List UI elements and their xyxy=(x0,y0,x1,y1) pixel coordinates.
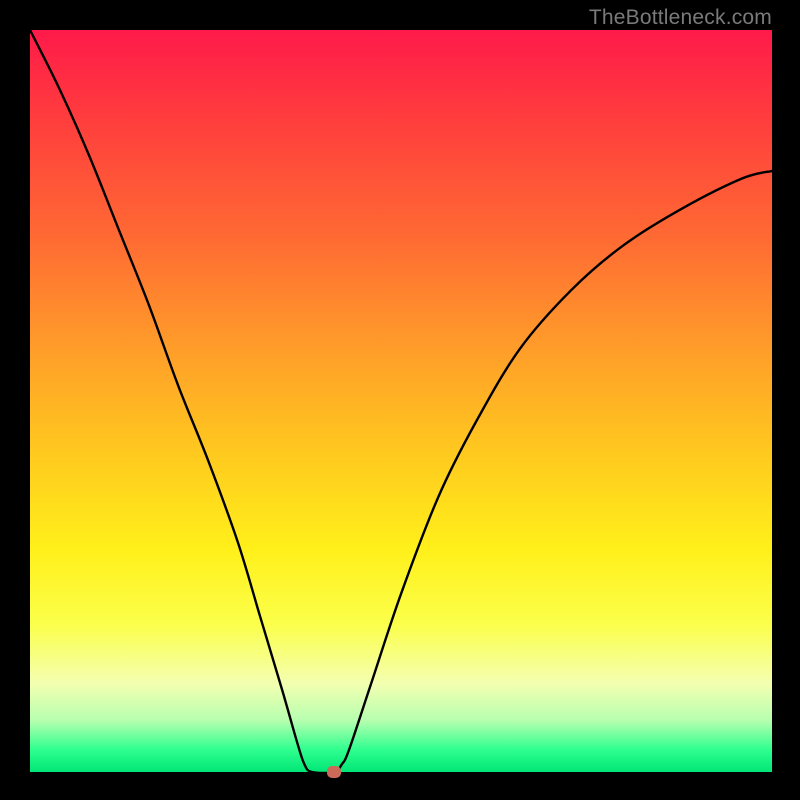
curve-path xyxy=(30,30,772,772)
plot-area xyxy=(30,30,772,772)
bottleneck-curve xyxy=(30,30,772,772)
watermark-text: TheBottleneck.com xyxy=(589,6,772,30)
chart-stage: TheBottleneck.com xyxy=(0,0,800,800)
optimal-marker xyxy=(327,766,341,778)
